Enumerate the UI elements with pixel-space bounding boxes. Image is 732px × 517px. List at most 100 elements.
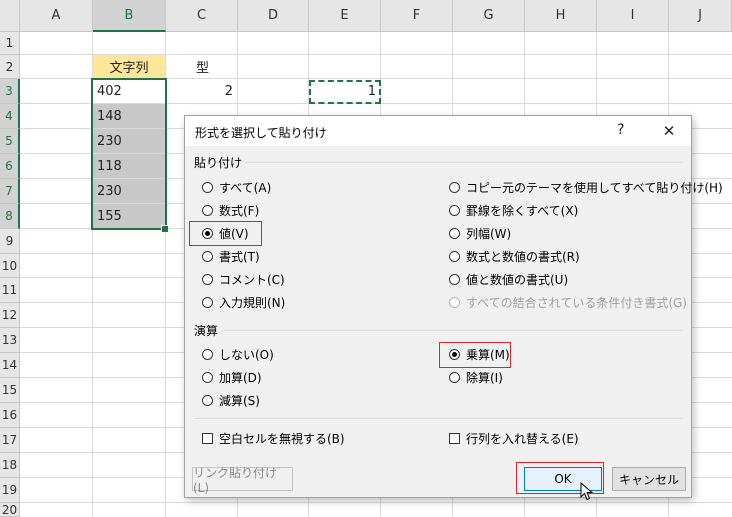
select-all-corner[interactable] [0,0,20,32]
paste-link-button: リンク貼り付け(L) [192,466,293,495]
row-header-16[interactable]: 16 [0,403,20,428]
row-header-4[interactable]: 4 [0,104,20,129]
checkbox-skip-blanks[interactable]: 空白セルを無視する(B) [202,429,345,447]
radio-icon [202,394,213,406]
column-header-c[interactable]: C [166,0,238,32]
row-header-5[interactable]: 5 [0,129,20,154]
radio-paste-theme-all[interactable]: コピー元のテーマを使用してすべて貼り付け(H) [449,178,723,196]
row-header-6[interactable]: 6 [0,154,20,179]
column-header-f[interactable]: F [381,0,453,32]
highlight-box-values [189,221,262,246]
close-icon[interactable]: ✕ [657,120,681,142]
radio-label: コメント(C) [219,272,285,287]
radio-paste-values-number-formats[interactable]: 値と数値の書式(U) [449,270,568,288]
row-header-13[interactable]: 13 [0,328,20,353]
radio-label: 除算(I) [466,370,503,385]
separator [194,418,683,419]
row-header-8[interactable]: 8 [0,204,20,229]
column-header-d[interactable]: D [238,0,309,32]
cell-b2[interactable]: 文字列 [93,55,165,78]
radio-label: 書式(T) [219,249,260,264]
radio-paste-column-widths[interactable]: 列幅(W) [449,224,511,242]
radio-label: 加算(D) [219,370,262,385]
radio-icon [202,348,213,360]
radio-op-add[interactable]: 加算(D) [202,368,262,386]
radio-icon [202,273,213,285]
radio-label: 数式と数値の書式(R) [466,249,580,264]
row-header-17[interactable]: 17 [0,428,20,453]
mouse-pointer-icon [580,482,594,501]
radio-paste-no-borders[interactable]: 罫線を除くすべて(X) [449,201,578,219]
radio-op-none[interactable]: しない(O) [202,345,274,363]
operation-group-label: 演算 [194,324,219,338]
gridline [20,502,732,503]
radio-op-subtract[interactable]: 減算(S) [202,391,260,409]
radio-icon [202,371,213,383]
row-header-9[interactable]: 9 [0,229,20,254]
row-header-1[interactable]: 1 [0,32,20,55]
copy-marquee [309,80,381,104]
column-header-g[interactable]: G [453,0,525,32]
cell-c3[interactable]: 2 [166,79,237,103]
cancel-button[interactable]: キャンセル [612,467,686,491]
column-header-e[interactable]: E [309,0,381,32]
radio-label: 列幅(W) [466,226,512,241]
row-header-12[interactable]: 12 [0,303,20,328]
checkbox-icon [202,432,213,444]
column-header-b[interactable]: B [93,0,166,32]
radio-label: すべての結合されている条件付き書式(G) [466,295,687,310]
radio-icon [202,296,213,308]
radio-paste-validation[interactable]: 入力規則(N) [202,293,285,311]
selection-range [91,78,167,230]
column-header-j[interactable]: J [669,0,732,32]
checkbox-label: 行列を入れ替える(E) [466,431,579,446]
column-header-h[interactable]: H [525,0,597,32]
row-header-7[interactable]: 7 [0,179,20,204]
column-header-a[interactable]: A [20,0,93,32]
radio-label: 値と数値の書式(U) [466,272,569,287]
radio-label: しない(O) [219,347,274,362]
radio-paste-formulas[interactable]: 数式(F) [202,201,259,219]
radio-icon [449,296,460,308]
help-button[interactable]: ? [617,122,624,138]
radio-paste-merge-conditional-formats: すべての結合されている条件付き書式(G) [449,293,687,311]
row-header-14[interactable]: 14 [0,353,20,378]
checkbox-label: 空白セルを無視する(B) [219,431,345,446]
radio-paste-formats[interactable]: 書式(T) [202,247,260,265]
separator [221,330,683,331]
radio-op-divide[interactable]: 除算(I) [449,368,503,386]
radio-icon [202,250,213,262]
radio-icon [449,250,460,262]
separator [245,162,683,163]
row-header-19[interactable]: 19 [0,478,20,503]
radio-icon [449,227,460,239]
column-header-i[interactable]: I [597,0,669,32]
fill-handle[interactable] [161,225,169,233]
cell-c2[interactable]: 型 [192,55,237,78]
radio-paste-all[interactable]: すべて(A) [202,178,271,196]
radio-label: 入力規則(N) [219,295,286,310]
highlight-box-multiply [439,342,511,368]
radio-paste-formulas-number-formats[interactable]: 数式と数値の書式(R) [449,247,580,265]
dialog-title: 形式を選択して貼り付け [195,126,327,140]
checkbox-icon [449,432,460,444]
radio-label: 罫線を除くすべて(X) [466,203,579,218]
row-header-15[interactable]: 15 [0,378,20,403]
radio-paste-comments[interactable]: コメント(C) [202,270,285,288]
radio-icon [202,181,213,193]
row-header-2[interactable]: 2 [0,55,20,79]
radio-icon [449,181,460,193]
dialog-titlebar[interactable]: 形式を選択して貼り付け ? ✕ [185,116,691,146]
paste-group-label: 貼り付け [194,156,243,170]
row-header-20[interactable]: 20 [0,503,20,517]
radio-label: すべて(A) [219,180,272,195]
row-header-10[interactable]: 10 [0,254,20,278]
radio-label: コピー元のテーマを使用してすべて貼り付け(H) [466,180,723,195]
row-header-3[interactable]: 3 [0,79,20,104]
radio-icon [449,273,460,285]
radio-label: 減算(S) [219,393,260,408]
row-header-18[interactable]: 18 [0,453,20,478]
row-header-11[interactable]: 11 [0,278,20,303]
checkbox-transpose[interactable]: 行列を入れ替える(E) [449,429,579,447]
radio-icon [449,371,460,383]
